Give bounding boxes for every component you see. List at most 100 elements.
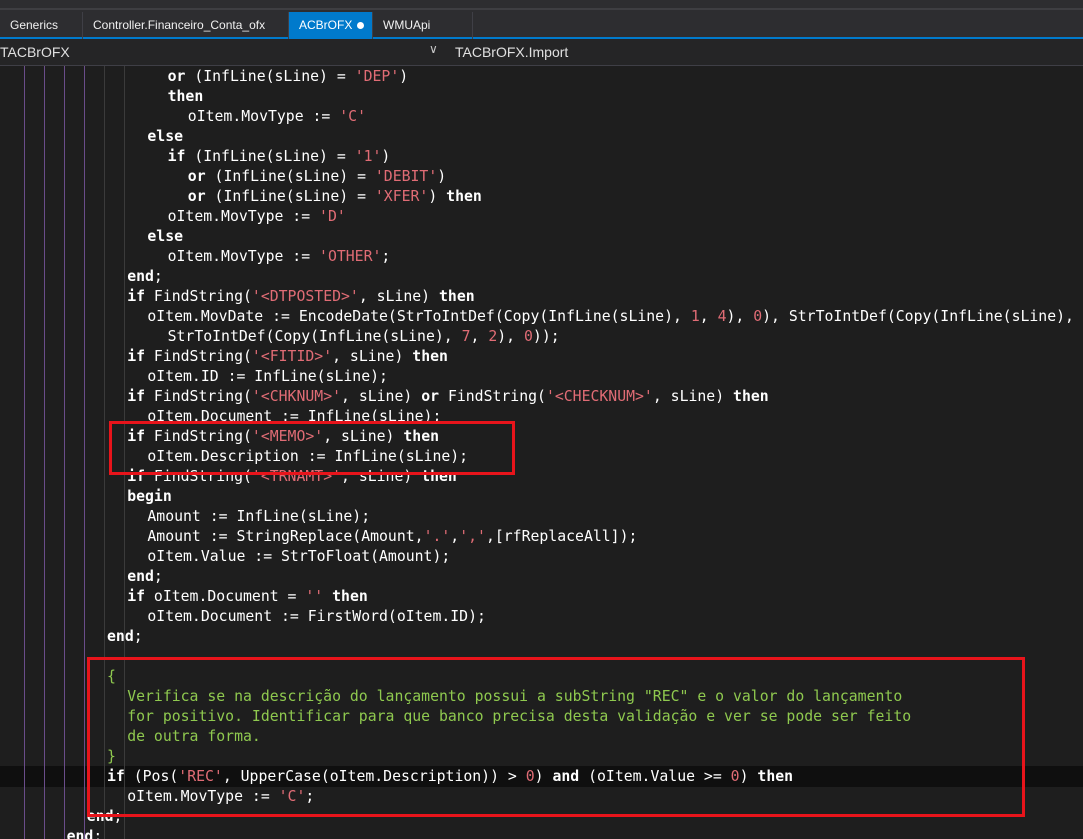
tab-controller-financeiro[interactable]: Controller.Financeiro_Conta_ofx bbox=[83, 12, 289, 39]
literal-token: '<DTPOSTED>' bbox=[251, 288, 359, 305]
literal-token: '1' bbox=[354, 148, 382, 165]
keyword-token: end bbox=[66, 828, 94, 839]
literal-token: 'D' bbox=[319, 208, 346, 225]
keyword-token: begin bbox=[127, 488, 172, 505]
code-line: oItem.MovDate := EncodeDate(StrToIntDef(… bbox=[147, 307, 1083, 327]
keyword-token: if bbox=[127, 588, 146, 605]
code-line: else bbox=[147, 127, 183, 147]
keyword-token: then bbox=[412, 348, 448, 365]
tab-label: ACBrOFX bbox=[299, 18, 353, 32]
keyword-token: or bbox=[421, 388, 440, 405]
member-dropdown[interactable]: TACBrOFX.Import bbox=[455, 44, 568, 60]
code-line: Amount := StringReplace(Amount,'.',',',[… bbox=[147, 527, 637, 547]
modified-dot-icon[interactable] bbox=[357, 22, 364, 29]
navigation-bar: TACBrOFX ∨ TACBrOFX.Import bbox=[0, 39, 1083, 66]
code-line: if FindString('<CHKNUM>', sLine) or Find… bbox=[127, 387, 768, 407]
keyword-token: else bbox=[147, 128, 184, 145]
keyword-token: or bbox=[187, 188, 206, 205]
literal-token: '.' bbox=[423, 528, 451, 545]
literal-token: 0 bbox=[523, 328, 533, 345]
keyword-token: or bbox=[167, 68, 186, 85]
code-token: oItem.Document := FirstWord(oItem.ID); bbox=[147, 608, 486, 625]
tab-label: WMUApi bbox=[383, 18, 431, 32]
code-line: if (InfLine(sLine) = '1') bbox=[168, 147, 391, 167]
code-token: oItem.MovDate := EncodeDate(StrToIntDef(… bbox=[147, 308, 691, 325]
code-token: ; bbox=[133, 628, 143, 645]
literal-token: '<CHKNUM>' bbox=[251, 388, 342, 405]
code-line: or (InfLine(sLine) = 'DEBIT') bbox=[188, 167, 446, 187]
code-line: begin bbox=[127, 487, 172, 507]
code-token: ) bbox=[428, 188, 447, 205]
tab-label: Controller.Financeiro_Conta_ofx bbox=[93, 18, 266, 32]
literal-token: 'C' bbox=[339, 108, 366, 125]
code-token: FindString( bbox=[145, 348, 252, 365]
highlight-box-rec bbox=[87, 657, 1025, 817]
literal-token: '<CHECKNUM>' bbox=[545, 388, 653, 405]
literal-token: 'DEP' bbox=[354, 68, 400, 85]
code-token: oItem.Value := StrToFloat(Amount); bbox=[147, 548, 451, 565]
code-line: end; bbox=[127, 267, 163, 287]
keyword-token: end bbox=[127, 568, 154, 585]
keyword-token: then bbox=[733, 388, 769, 405]
code-token: FindString( bbox=[145, 388, 252, 405]
code-line: oItem.MovType := 'OTHER'; bbox=[168, 247, 391, 267]
tab-label: Generics bbox=[10, 18, 59, 32]
code-token: , bbox=[699, 308, 718, 325]
code-editor[interactable]: or (InfLine(sLine) = 'DEP') then oItem.Mov… bbox=[0, 66, 1083, 839]
code-token: , bbox=[450, 528, 460, 545]
code-token: oItem.MovType := bbox=[167, 208, 320, 225]
code-token: , sLine) bbox=[358, 288, 440, 305]
code-token: ; bbox=[153, 568, 163, 585]
code-token: StrToIntDef(Copy(InfLine(sLine), bbox=[167, 328, 462, 345]
code-line: oItem.Value := StrToFloat(Amount); bbox=[147, 547, 450, 567]
literal-token: 1 bbox=[690, 308, 700, 325]
code-token: ) bbox=[399, 68, 409, 85]
literal-token: ',' bbox=[459, 528, 486, 545]
literal-token: '<FITID>' bbox=[251, 348, 333, 365]
code-token: oItem.MovType := bbox=[167, 248, 320, 265]
code-line: if FindString('<DTPOSTED>', sLine) then bbox=[127, 287, 474, 307]
code-token: , sLine) bbox=[652, 388, 734, 405]
code-token: ), bbox=[726, 308, 754, 325]
keyword-token: then bbox=[167, 88, 204, 105]
code-token: Amount := InfLine(sLine); bbox=[147, 508, 371, 525]
code-token: oItem.ID := InfLine(sLine); bbox=[147, 368, 388, 385]
code-token: FindString( bbox=[439, 388, 546, 405]
code-token: (InfLine(sLine) = bbox=[185, 68, 355, 85]
chevron-down-icon[interactable]: ∨ bbox=[429, 42, 438, 56]
code-token: ,[rfReplaceAll]); bbox=[485, 528, 638, 545]
code-line: end; bbox=[127, 567, 163, 587]
code-token: , bbox=[470, 328, 489, 345]
editor-tab-bar: Generics Controller.Financeiro_Conta_ofx… bbox=[0, 12, 1083, 39]
code-line: end; bbox=[107, 627, 143, 647]
literal-token: '' bbox=[305, 588, 324, 605]
keyword-token: end bbox=[107, 628, 134, 645]
code-token: FindString( bbox=[145, 288, 252, 305]
code-line: oItem.Document := FirstWord(oItem.ID); bbox=[147, 607, 486, 627]
code-token: ; bbox=[153, 268, 163, 285]
code-token: (InfLine(sLine) = bbox=[205, 188, 375, 205]
literal-token: 'DEBIT' bbox=[374, 168, 438, 185]
code-token: ), StrToIntDef(Copy(InfLine(sLine), bbox=[762, 308, 1083, 325]
keyword-token: if bbox=[127, 388, 146, 405]
code-line: oItem.MovType := 'C' bbox=[188, 107, 366, 127]
tab-acbrofx[interactable]: ACBrOFX bbox=[289, 12, 373, 39]
tab-generics[interactable]: Generics bbox=[0, 12, 83, 39]
highlight-box-memo bbox=[109, 421, 515, 475]
code-line: then bbox=[168, 87, 204, 107]
code-token: )); bbox=[532, 328, 560, 345]
code-line: end; bbox=[67, 827, 103, 839]
code-token: ), bbox=[497, 328, 524, 345]
type-dropdown[interactable]: TACBrOFX bbox=[0, 44, 70, 60]
code-token: , sLine) bbox=[341, 388, 422, 405]
literal-token: 0 bbox=[753, 308, 763, 325]
top-accent-line bbox=[0, 8, 1083, 10]
code-line: oItem.ID := InfLine(sLine); bbox=[147, 367, 388, 387]
literal-token: 'OTHER' bbox=[319, 248, 382, 265]
code-token: Amount := StringReplace(Amount, bbox=[147, 528, 424, 545]
code-token: ; bbox=[381, 248, 391, 265]
code-token: oItem.MovType := bbox=[187, 108, 340, 125]
tab-wmuapi[interactable]: WMUApi bbox=[373, 12, 473, 39]
keyword-token: then bbox=[439, 288, 475, 305]
